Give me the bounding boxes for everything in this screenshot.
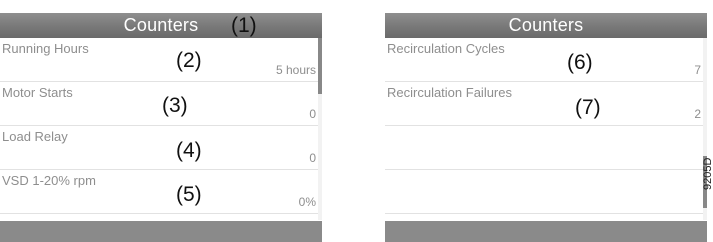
panel-footer bbox=[385, 221, 707, 242]
counter-label: VSD 1-20% rpm bbox=[2, 173, 96, 188]
counter-row-recirculation-failures[interactable]: Recirculation Failures 2 bbox=[385, 82, 707, 126]
counter-value: 7 bbox=[694, 63, 701, 77]
counter-value: 0% bbox=[298, 195, 316, 209]
counter-row-recirculation-cycles[interactable]: Recirculation Cycles 7 bbox=[385, 38, 707, 82]
counter-list: Recirculation Cycles 7 Recirculation Fai… bbox=[385, 38, 707, 214]
counter-label: Motor Starts bbox=[2, 85, 73, 100]
counter-value: 5 hours bbox=[275, 63, 316, 77]
callout-3: (3) bbox=[162, 94, 188, 117]
panel-title: Counters bbox=[0, 13, 322, 38]
counter-row-vsd-rpm[interactable]: VSD 1-20% rpm 0% bbox=[0, 170, 322, 214]
counter-label: Recirculation Cycles bbox=[387, 41, 505, 56]
counter-list: Running Hours 5 hours Motor Starts 0 Loa… bbox=[0, 38, 322, 214]
callout-7: (7) bbox=[575, 96, 601, 119]
callout-1: (1) bbox=[231, 14, 257, 37]
callout-6: (6) bbox=[567, 51, 593, 74]
scrollbar[interactable] bbox=[318, 38, 322, 220]
callout-4: (4) bbox=[176, 139, 202, 162]
counter-row-load-relay[interactable]: Load Relay 0 bbox=[0, 126, 322, 170]
counter-label: Recirculation Failures bbox=[387, 85, 512, 100]
counter-value: 2 bbox=[694, 107, 701, 121]
counter-row-running-hours[interactable]: Running Hours 5 hours bbox=[0, 38, 322, 82]
counter-label: Running Hours bbox=[2, 41, 89, 56]
panel-title: Counters bbox=[385, 13, 707, 38]
counter-label: Load Relay bbox=[2, 129, 68, 144]
counter-row-empty bbox=[385, 170, 707, 214]
panel-footer bbox=[0, 221, 322, 242]
callout-2: (2) bbox=[176, 49, 202, 72]
scrollbar[interactable] bbox=[703, 38, 707, 220]
scrollbar-thumb[interactable] bbox=[318, 38, 322, 94]
figure-code: 9205D bbox=[702, 157, 713, 190]
counter-row-motor-starts[interactable]: Motor Starts 0 bbox=[0, 82, 322, 126]
counters-panel-right: Counters Recirculation Cycles 7 Recircul… bbox=[385, 13, 707, 242]
callout-5: (5) bbox=[176, 183, 202, 206]
counter-value: 0 bbox=[309, 107, 316, 121]
counter-row-empty bbox=[385, 126, 707, 170]
counters-panel-left: Counters Running Hours 5 hours Motor Sta… bbox=[0, 13, 322, 242]
counter-value: 0 bbox=[309, 151, 316, 165]
